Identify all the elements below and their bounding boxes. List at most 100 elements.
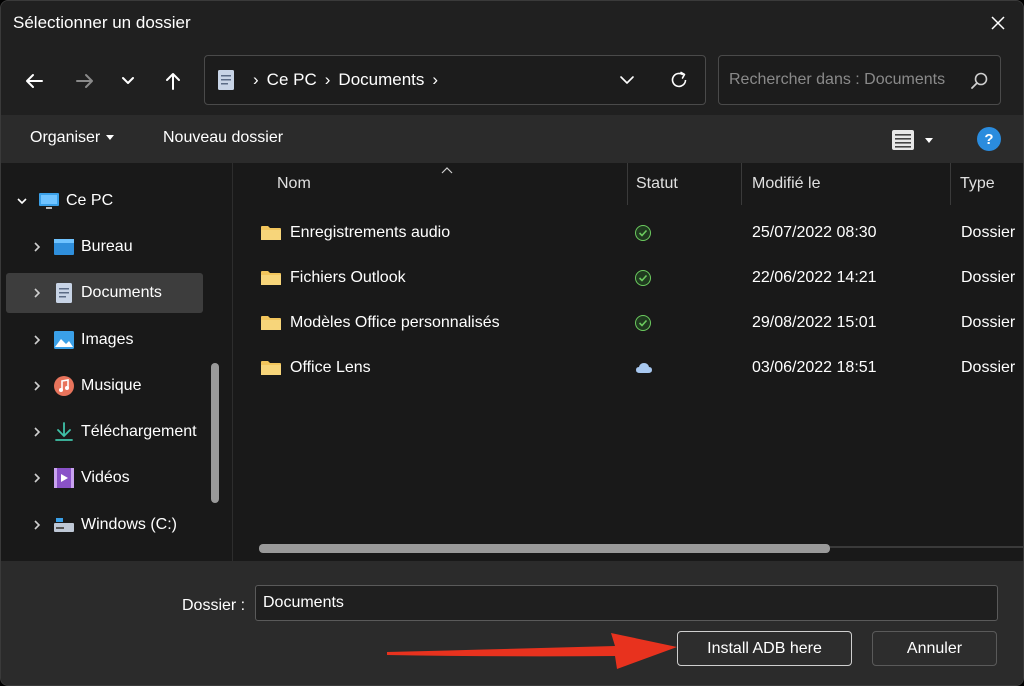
close-button[interactable]: [973, 1, 1023, 45]
search-input[interactable]: [729, 68, 959, 92]
file-type: Dossier: [961, 269, 1016, 286]
organize-label: Organiser: [30, 129, 101, 146]
forward-button[interactable]: [67, 63, 103, 99]
sidebar-item-documents[interactable]: Documents: [6, 273, 203, 313]
folder-icon: [261, 361, 281, 375]
address-dropdown-button[interactable]: [609, 62, 645, 98]
file-type: Dossier: [961, 359, 1016, 376]
folder-name-input[interactable]: [255, 585, 998, 621]
column-divider[interactable]: [627, 163, 628, 205]
organize-menu[interactable]: Organiser: [30, 129, 115, 147]
chevron-right-icon[interactable]: [31, 519, 43, 531]
sidebar-item-images[interactable]: Images: [6, 320, 203, 360]
documents-icon: [218, 70, 234, 90]
sidebar-item-label: Téléchargement: [81, 423, 197, 440]
sidebar-item-videos[interactable]: Vidéos: [6, 458, 203, 498]
refresh-button[interactable]: [661, 62, 697, 98]
breadcrumb-item-documents[interactable]: Documents: [338, 70, 424, 90]
horizontal-scrollbar[interactable]: [259, 544, 830, 553]
sidebar-item-telechargement[interactable]: Téléchargement: [6, 412, 203, 452]
synced-check-icon: [635, 225, 651, 241]
close-icon: [991, 16, 1005, 30]
sidebar-item-windows-c[interactable]: Windows (C:): [6, 505, 203, 545]
documents-icon: [53, 282, 75, 304]
column-header-type[interactable]: Type: [960, 163, 995, 205]
red-arrow-annotation: [387, 633, 677, 669]
sort-ascending-icon: [441, 161, 453, 174]
file-list: Nom Statut Modifié le Type Enregistremen…: [234, 163, 1023, 561]
search-icon: [971, 72, 988, 89]
chevron-right-icon[interactable]: [31, 334, 43, 346]
chevron-right-icon[interactable]: [31, 472, 43, 484]
table-row[interactable]: Modèles Office personnalisés 29/08/2022 …: [234, 301, 1023, 345]
file-type: Dossier: [961, 314, 1016, 331]
new-folder-button[interactable]: Nouveau dossier: [163, 129, 283, 147]
column-divider[interactable]: [741, 163, 742, 205]
chevron-down-icon: [620, 76, 634, 84]
navigation-pane: Ce PC Bureau Documents Images Musique Té…: [1, 163, 233, 561]
sidebar-item-label: Bureau: [81, 238, 133, 255]
file-modified: 29/08/2022 15:01: [752, 314, 877, 331]
view-options-button[interactable]: [891, 128, 941, 152]
column-header-name[interactable]: Nom: [277, 163, 311, 205]
caret-down-icon: [925, 137, 933, 143]
sidebar-scrollbar[interactable]: [211, 363, 219, 503]
chevron-down-icon[interactable]: [16, 195, 28, 207]
chevron-right-icon[interactable]: [31, 241, 43, 253]
column-header-modified[interactable]: Modifié le: [752, 163, 820, 205]
details-view-icon: [892, 130, 914, 150]
music-icon: [53, 375, 75, 397]
column-divider[interactable]: [950, 163, 951, 205]
navigation-bar: › Ce PC › Documents ›: [1, 45, 1023, 115]
cancel-button[interactable]: Annuler: [872, 631, 997, 666]
folder-icon: [261, 316, 281, 330]
arrow-up-icon: [166, 73, 180, 90]
chevron-right-icon[interactable]: [31, 426, 43, 438]
caret-down-icon: [106, 135, 115, 141]
search-box[interactable]: [718, 55, 1001, 105]
horizontal-scroll-track[interactable]: [830, 546, 1023, 548]
images-icon: [53, 329, 75, 351]
synced-check-icon: [635, 270, 651, 286]
help-icon: ?: [984, 130, 994, 148]
back-button[interactable]: [16, 63, 52, 99]
videos-icon: [53, 467, 75, 489]
chevron-down-icon: [122, 77, 134, 84]
table-row[interactable]: Office Lens 03/06/2022 18:51 Dossier: [234, 346, 1023, 390]
table-row[interactable]: Enregistrements audio 25/07/2022 08:30 D…: [234, 211, 1023, 255]
arrow-right-icon: [76, 74, 93, 88]
sidebar-item-musique[interactable]: Musique: [6, 366, 203, 406]
breadcrumb-separator: ›: [253, 70, 259, 89]
chevron-right-icon[interactable]: [31, 287, 43, 299]
sidebar-item-label: Images: [81, 331, 134, 348]
content-area: Ce PC Bureau Documents Images Musique Té…: [1, 163, 1023, 561]
chevron-right-icon[interactable]: [31, 380, 43, 392]
sidebar-item-bureau[interactable]: Bureau: [6, 227, 203, 267]
synced-check-icon: [635, 315, 651, 331]
sidebar-item-label: Musique: [81, 377, 142, 394]
table-row[interactable]: Fichiers Outlook 22/06/2022 14:21 Dossie…: [234, 256, 1023, 300]
address-bar[interactable]: › Ce PC › Documents ›: [204, 55, 706, 105]
file-modified: 22/06/2022 14:21: [752, 269, 877, 286]
install-adb-here-button[interactable]: Install ADB here: [677, 631, 852, 666]
download-icon: [53, 421, 75, 443]
up-button[interactable]: [155, 63, 191, 99]
desktop-icon: [53, 236, 75, 258]
file-name: Enregistrements audio: [290, 224, 451, 241]
title-bar: Sélectionner un dossier: [1, 1, 1023, 45]
help-button[interactable]: ?: [977, 127, 1001, 151]
refresh-icon: [671, 71, 687, 88]
recent-locations-button[interactable]: [110, 63, 146, 99]
breadcrumb-item-ce-pc[interactable]: Ce PC: [267, 70, 317, 90]
file-modified: 25/07/2022 08:30: [752, 224, 877, 241]
sidebar-item-ce-pc[interactable]: Ce PC: [16, 181, 213, 221]
file-modified: 03/06/2022 18:51: [752, 359, 877, 376]
file-name: Modèles Office personnalisés: [290, 314, 500, 331]
breadcrumb-separator[interactable]: ›: [432, 70, 438, 90]
breadcrumb: › Ce PC › Documents ›: [217, 56, 446, 104]
computer-icon: [38, 190, 60, 212]
file-name: Fichiers Outlook: [290, 269, 406, 286]
window-title: Sélectionner un dossier: [13, 13, 191, 32]
column-header-status[interactable]: Statut: [636, 163, 678, 205]
file-type: Dossier: [961, 224, 1016, 241]
